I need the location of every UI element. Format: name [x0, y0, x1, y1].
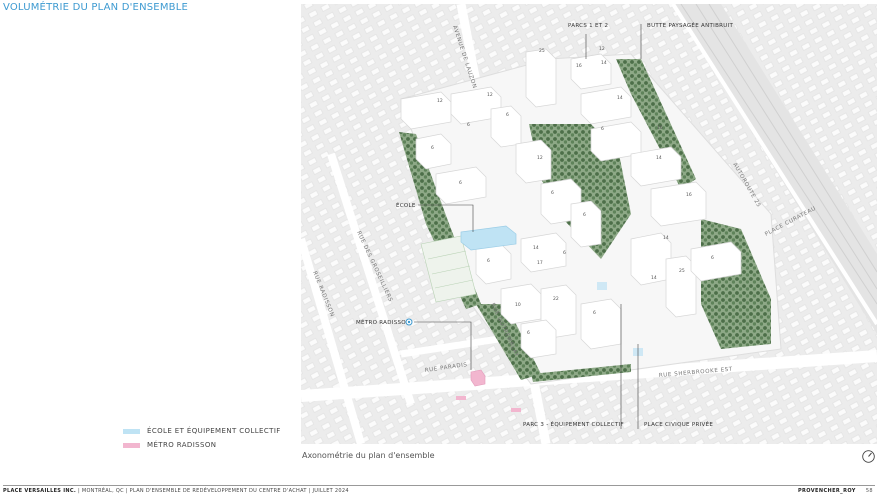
- building-se: [580, 298, 622, 350]
- height-label: 12: [537, 155, 543, 161]
- height-label: 10: [515, 302, 521, 308]
- legend-swatch-metro: [123, 442, 140, 448]
- building-16: [570, 53, 612, 90]
- metro-entrance: [456, 396, 466, 400]
- legend: ÉCOLE ET ÉQUIPEMENT COLLECTIF MÉTRO RADI…: [123, 424, 281, 452]
- height-label: 14: [656, 155, 662, 161]
- building-mid: [515, 139, 552, 184]
- building-16-east: [650, 181, 707, 227]
- legend-label-metro: MÉTRO RADISSON: [147, 441, 217, 449]
- legend-item-ecole: ÉCOLE ET ÉQUIPEMENT COLLECTIF: [123, 424, 281, 438]
- label-parc3: PARC 3 - ÉQUIPEMENT COLLECTIF: [523, 420, 624, 428]
- footer-details: | MONTRÉAL, QC | PLAN D'ENSEMBLE DE REDÉ…: [76, 488, 349, 494]
- height-label: 14: [663, 235, 669, 241]
- building-6b: [415, 133, 452, 170]
- height-label: 6: [527, 330, 530, 336]
- axonometric-map: PARCS 1 ET 2 BUTTE PAYSAGÉE ANTIBRUIT ÉC…: [301, 4, 877, 444]
- metro-building: [470, 369, 486, 387]
- legend-label-ecole: ÉCOLE ET ÉQUIPEMENT COLLECTIF: [147, 427, 281, 435]
- footer-left: PLACE VERSAILLES INC. | MONTRÉAL, QC | P…: [3, 488, 349, 494]
- height-label: 6: [601, 126, 604, 132]
- height-label: 6: [583, 212, 586, 218]
- label-metro: MÉTRO RADISSON: [356, 318, 410, 326]
- height-label: 14: [617, 95, 623, 101]
- height-label: 6: [459, 180, 462, 186]
- height-label: 25: [679, 268, 685, 274]
- label-place: PLACE CIVIQUE PRIVÉE: [644, 420, 713, 428]
- building-parc: [690, 241, 742, 282]
- page-title: VOLUMÉTRIE DU PLAN D'ENSEMBLE: [3, 2, 188, 13]
- height-label: 16: [576, 63, 582, 69]
- legend-item-metro: MÉTRO RADISSON: [123, 438, 281, 452]
- building-12-west: [400, 91, 452, 130]
- label-butte: BUTTE PAYSAGÉE ANTIBRUIT: [647, 21, 734, 29]
- height-label: 16: [657, 125, 663, 131]
- height-label: 25: [539, 48, 545, 54]
- north-arrow-icon: [862, 450, 875, 463]
- height-label: 22: [553, 296, 559, 302]
- page-number: 58: [865, 488, 873, 494]
- height-label: 12: [437, 98, 443, 104]
- building-10: [500, 283, 542, 325]
- building-14-north: [580, 86, 632, 125]
- label-parcs: PARCS 1 ET 2: [568, 23, 608, 29]
- legend-swatch-ecole: [123, 428, 140, 434]
- map-drawing: PARCS 1 ET 2 BUTTE PAYSAGÉE ANTIBRUIT ÉC…: [301, 4, 877, 444]
- height-label: 14: [601, 60, 607, 66]
- tower-25-north: [525, 48, 557, 108]
- building-ss: [520, 319, 557, 359]
- building-south-west: [475, 243, 512, 285]
- height-label: 6: [487, 258, 490, 264]
- label-ecole: ÉCOLE: [396, 201, 416, 209]
- map-caption: Axonométrie du plan d'ensemble: [302, 451, 435, 460]
- height-label: 14: [533, 245, 539, 251]
- height-label: 6: [563, 250, 566, 256]
- building-14-east: [630, 146, 682, 187]
- height-label: 12: [487, 92, 493, 98]
- footer-firm: PROVENCHER_ROY: [797, 488, 856, 494]
- height-label: 6: [431, 145, 434, 151]
- height-label: 6: [593, 310, 596, 316]
- water-feature: [597, 282, 607, 290]
- building-center-b: [570, 200, 602, 248]
- footer-right: PROVENCHER_ROY 58: [798, 488, 873, 494]
- height-label: 6: [467, 122, 470, 128]
- height-label: 6: [506, 112, 509, 118]
- height-label: 12: [599, 46, 605, 52]
- height-label: 17: [537, 260, 543, 266]
- metro-icon: [405, 318, 413, 326]
- metro-entrance: [511, 408, 521, 412]
- height-label: 14: [651, 275, 657, 281]
- footer-company: PLACE VERSAILLES INC.: [3, 488, 77, 494]
- height-label: 16: [686, 192, 692, 198]
- footer-rule: [3, 485, 875, 486]
- building-south: [520, 232, 567, 273]
- height-label: 6: [551, 190, 554, 196]
- height-label: 6: [711, 255, 714, 261]
